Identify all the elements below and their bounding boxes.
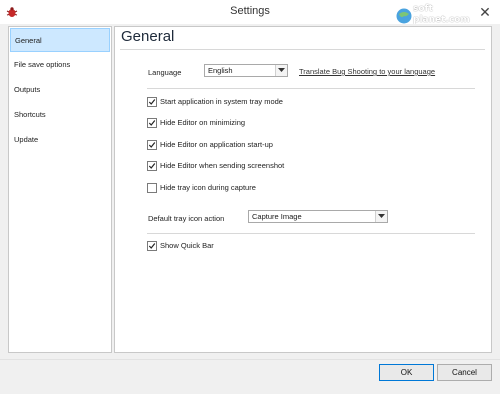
hide-editor-startup-label: Hide Editor on application start-up (160, 140, 273, 149)
ok-button[interactable]: OK (379, 364, 434, 381)
checkmark-icon (148, 163, 156, 169)
general-panel: General Language English Translate Bug S… (114, 26, 492, 353)
checkmark-icon (148, 142, 156, 148)
tray-action-value: Capture Image (252, 212, 302, 221)
show-quick-bar-checkbox[interactable] (147, 241, 157, 251)
sidebar-item-update[interactable]: Update (10, 128, 110, 152)
start-in-tray-checkbox[interactable] (147, 97, 157, 107)
show-quick-bar-label: Show Quick Bar (160, 241, 214, 250)
cancel-button[interactable]: Cancel (437, 364, 492, 381)
checkmark-icon (148, 99, 156, 105)
start-in-tray-label: Start application in system tray mode (160, 97, 283, 106)
hide-editor-startup-checkbox[interactable] (147, 140, 157, 150)
sidebar-item-general[interactable]: General (10, 28, 110, 52)
page-title: General (121, 28, 175, 45)
language-select[interactable]: English (204, 64, 288, 77)
hide-tray-icon-checkbox[interactable] (147, 183, 157, 193)
sidebar-item-outputs[interactable]: Outputs (10, 78, 110, 102)
sidebar-item-shortcuts[interactable]: Shortcuts (10, 103, 110, 127)
section-divider (147, 88, 475, 89)
hide-editor-minimizing-label: Hide Editor on minimizing (160, 118, 246, 127)
dialog-body: General File save options Outputs Shortc… (0, 24, 500, 394)
hide-editor-sending-label: Hide Editor when sending screenshot (160, 161, 285, 170)
language-value: English (208, 66, 233, 75)
title-divider (120, 49, 485, 50)
settings-sidebar: General File save options Outputs Shortc… (8, 26, 112, 353)
sidebar-item-file-save-options[interactable]: File save options (10, 53, 110, 77)
chevron-down-icon[interactable] (275, 65, 287, 76)
hide-tray-icon-label: Hide tray icon during capture (160, 183, 256, 192)
section-divider (147, 233, 475, 234)
checkmark-icon (148, 120, 156, 126)
tray-action-label: Default tray icon action (148, 214, 225, 223)
watermark-text: soft planet.com (413, 4, 470, 25)
hide-editor-minimizing-checkbox[interactable] (147, 118, 157, 128)
checkmark-icon (148, 243, 156, 249)
translate-link[interactable]: Translate Bug Shooting to your language (299, 67, 435, 76)
globe-icon (395, 7, 413, 25)
hide-editor-sending-checkbox[interactable] (147, 161, 157, 171)
chevron-down-icon[interactable] (375, 211, 387, 222)
language-label: Language (148, 68, 182, 77)
footer-divider (0, 359, 500, 360)
tray-action-select[interactable]: Capture Image (248, 210, 388, 223)
